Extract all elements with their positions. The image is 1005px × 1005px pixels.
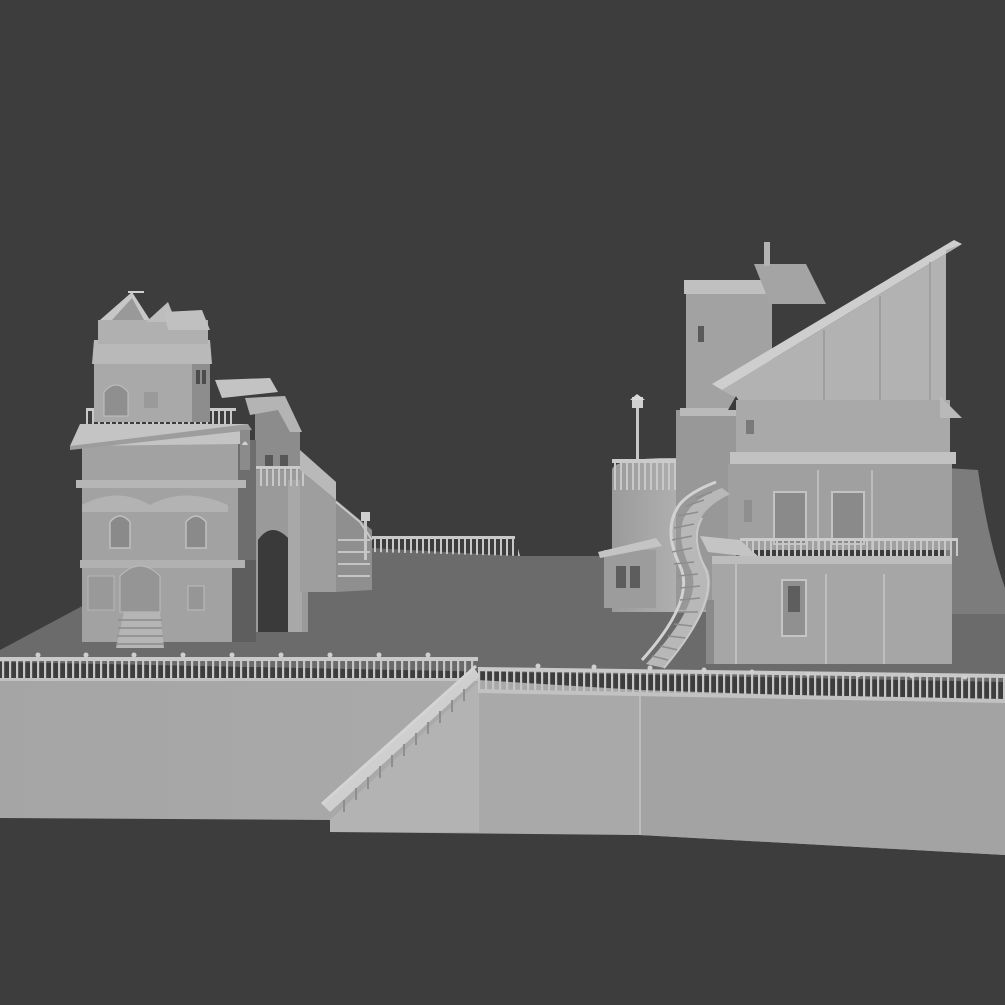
left-house — [70, 291, 256, 648]
right-mansion — [676, 240, 962, 664]
street-lamps — [361, 394, 645, 560]
scene-render — [0, 240, 1005, 855]
render-viewport — [0, 0, 1005, 1005]
